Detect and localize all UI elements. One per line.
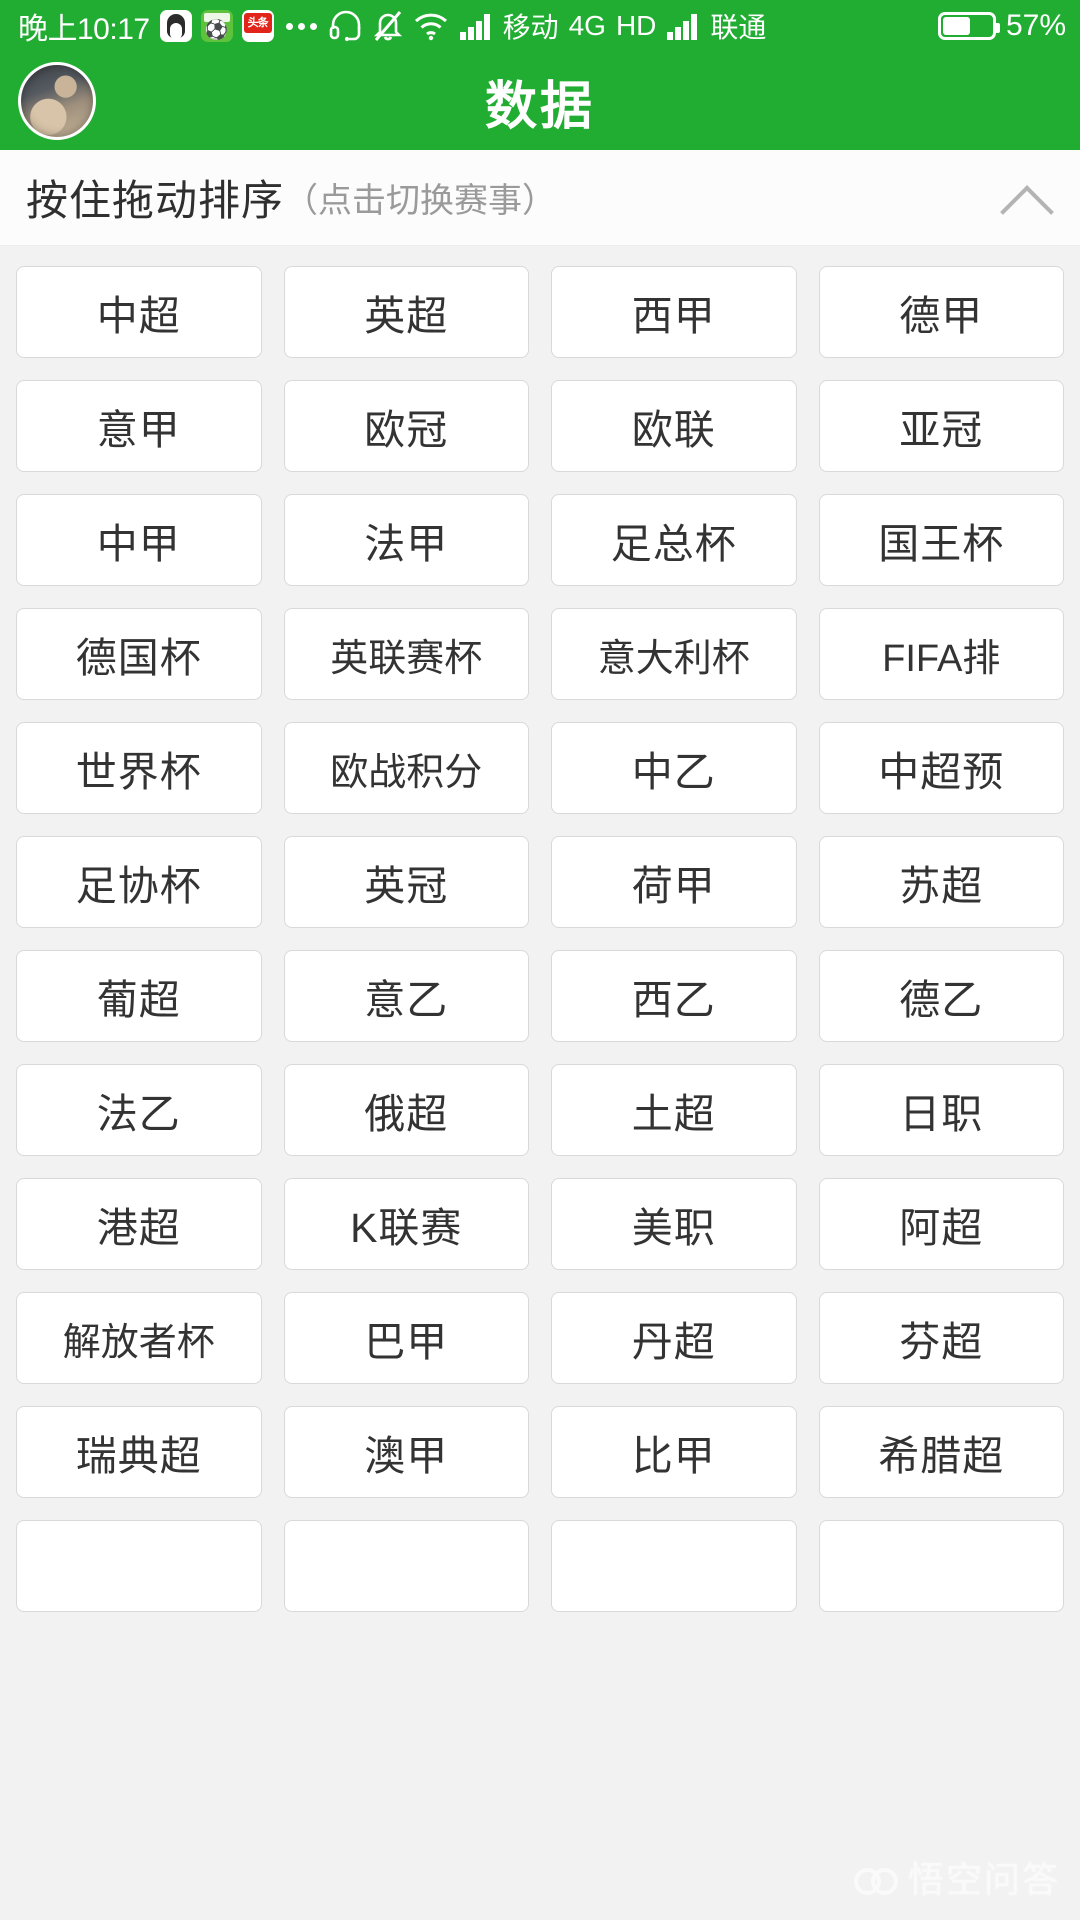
league-cell[interactable]: 意乙 (283, 950, 529, 1042)
football-app-icon (200, 10, 233, 42)
chevron-up-icon[interactable] (1000, 171, 1054, 225)
status-bar-time: 晚上10:17 (18, 13, 150, 46)
league-cell[interactable]: FIFA排 (818, 608, 1064, 700)
league-cell[interactable]: 荷甲 (551, 836, 797, 928)
signal-icon-primary (459, 11, 493, 41)
league-cell[interactable]: 英冠 (283, 836, 529, 928)
league-cell[interactable]: 瑞典超 (16, 1406, 262, 1498)
league-cell[interactable]: 丹超 (551, 1292, 797, 1384)
qq-icon (159, 10, 192, 42)
league-cell[interactable]: 阿超 (818, 1178, 1064, 1270)
league-cell[interactable]: 西甲 (551, 266, 797, 358)
league-cell[interactable]: 苏超 (818, 836, 1064, 928)
league-cell[interactable]: 土超 (551, 1064, 797, 1156)
league-cell[interactable]: 中乙 (551, 722, 797, 814)
status-bar-battery-group: 57% (937, 9, 1066, 43)
title-bar: 数据 (0, 52, 1080, 150)
league-cell[interactable]: 法乙 (16, 1064, 262, 1156)
league-cell[interactable]: 英超 (283, 266, 529, 358)
battery-icon (937, 12, 1000, 40)
league-cell[interactable]: 英联赛杯 (283, 608, 529, 700)
league-cell[interactable]: 德甲 (818, 266, 1064, 358)
headset-icon (329, 10, 363, 42)
league-cell[interactable]: 法甲 (283, 494, 529, 586)
league-cell[interactable]: 俄超 (283, 1064, 529, 1156)
league-cell[interactable]: 美职 (551, 1178, 797, 1270)
league-cell[interactable]: 德乙 (818, 950, 1064, 1042)
wifi-icon (413, 11, 449, 41)
league-cell[interactable]: 比甲 (551, 1406, 797, 1498)
sort-header-sub-label: （点击切换赛事） (284, 182, 557, 220)
carrier-secondary-label: 联通 (710, 12, 767, 43)
watermark-label: 悟空问答 (907, 1859, 1060, 1900)
overflow-dots-icon (285, 22, 317, 30)
league-cell[interactable]: 足协杯 (16, 836, 262, 928)
league-cell[interactable]: 希腊超 (818, 1406, 1064, 1498)
league-cell[interactable]: 中超预 (818, 722, 1064, 814)
league-cell[interactable]: 国王杯 (818, 494, 1064, 586)
league-cell[interactable]: 德国杯 (16, 608, 262, 700)
league-cell[interactable]: 中超 (16, 266, 262, 358)
hd-label: HD (615, 10, 657, 41)
signal-icon-secondary (666, 11, 700, 41)
league-cell[interactable]: 芬超 (818, 1292, 1064, 1384)
league-cell[interactable]: 足总杯 (551, 494, 797, 586)
sort-header-main-label: 按住拖动排序 (26, 177, 285, 224)
league-cell-empty (283, 1520, 529, 1612)
watermark: 悟空问答 (853, 1851, 1060, 1903)
league-cell[interactable]: 葡超 (16, 950, 262, 1042)
status-bar-app-icons (159, 10, 274, 42)
league-cell[interactable]: 世界杯 (16, 722, 262, 814)
league-cell[interactable]: 巴甲 (283, 1292, 529, 1384)
league-cell[interactable]: 欧联 (551, 380, 797, 472)
league-cell-empty (818, 1520, 1064, 1612)
league-cell[interactable]: K联赛 (283, 1178, 529, 1270)
carrier-primary-label: 移动 (502, 12, 559, 43)
league-cell[interactable]: 日职 (818, 1064, 1064, 1156)
league-cell[interactable]: 意甲 (16, 380, 262, 472)
league-cell[interactable]: 中甲 (16, 494, 262, 586)
league-cell[interactable]: 港超 (16, 1178, 262, 1270)
wukong-logo-icon (853, 1862, 898, 1895)
league-cell[interactable]: 意大利杯 (551, 608, 797, 700)
league-cell[interactable]: 解放者杯 (16, 1292, 262, 1384)
toutiao-icon (241, 10, 274, 42)
league-cell[interactable]: 亚冠 (818, 380, 1064, 472)
league-cell-empty (16, 1520, 262, 1612)
network-type-label: 4G (568, 10, 606, 41)
bell-muted-icon (373, 10, 403, 42)
league-cell[interactable]: 欧战积分 (283, 722, 529, 814)
league-grid-container: 中超 英超 西甲 德甲意甲 欧冠 欧联 亚冠中甲 法甲 足总杯 国王杯德国杯 英联赛杯 意大利杯 FIF… (0, 246, 1080, 1919)
league-cell[interactable]: 澳甲 (283, 1406, 529, 1498)
league-cell-empty (551, 1520, 797, 1612)
league-cell[interactable]: 西乙 (551, 950, 797, 1042)
league-cell[interactable]: 欧冠 (283, 380, 529, 472)
league-grid: 中超 英超 西甲 德甲意甲 欧冠 欧联 亚冠中甲 法甲 足总杯 国王杯德国杯 英联赛杯 意大利杯 FIF… (16, 266, 1064, 1612)
page-title: 数据 (484, 77, 595, 136)
status-bar: 晚上10:17 ⚽ 头条 移动 4G HD 联通 57% (0, 0, 1080, 52)
battery-percent-label: 57% (1005, 9, 1066, 42)
sort-header[interactable]: 按住拖动排序 （点击切换赛事） (0, 150, 1080, 246)
